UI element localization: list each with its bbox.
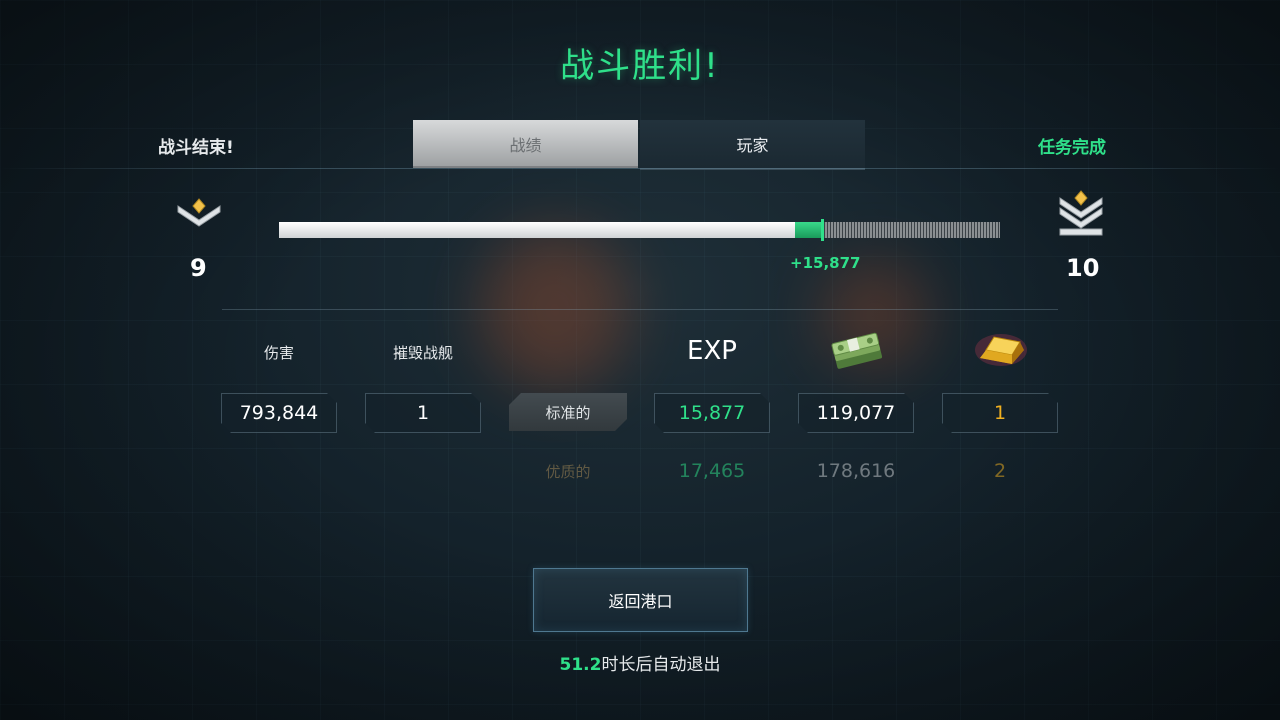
mission-complete-label: 任务完成 [1038,138,1106,158]
cash-stack-icon [831,332,883,369]
experience-bar-base-fill [279,222,795,238]
experience-gain-label: +15,877 [790,254,861,272]
damage-value: 793,844 [221,393,337,433]
premium-exp-value: 17,465 [678,460,746,482]
experience-bar-gain-fill [794,222,824,238]
experience-bar-marker [821,219,825,241]
current-rank-level: 9 [190,254,207,282]
standard-row-label: 标准的 [509,393,627,431]
kills-header: 摧毁战舰 [392,344,453,362]
standard-exp-value: 15,877 [654,393,770,433]
auto-exit-countdown: 51.2时长后自动退出 [0,650,1280,675]
rank-chevron-3-icon [1059,190,1103,236]
exp-header: EXP [687,336,737,366]
kills-value: 1 [365,393,481,433]
victory-title: 战斗胜利! [560,46,720,86]
premium-cash-value: 178,616 [816,460,896,482]
next-rank-level: 10 [1066,254,1100,282]
countdown-seconds: 51.2 [559,655,602,675]
experience-bar [279,219,1000,241]
countdown-suffix: 时长后自动退出 [601,655,721,675]
standard-cash-value: 119,077 [798,393,914,433]
tab-players[interactable]: 玩家 [640,120,865,170]
damage-header: 伤害 [263,344,294,362]
gold-bar-icon [975,334,1027,366]
premium-gold-value: 2 [993,460,1007,482]
background-glow [480,230,630,390]
section-divider [222,309,1058,310]
header-divider [0,168,1280,169]
battle-over-label: 战斗结束! [158,138,234,158]
return-to-port-button[interactable]: 返回港口 [533,568,748,632]
premium-row-label: 优质的 [545,462,591,481]
standard-gold-value: 1 [942,393,1058,433]
rank-chevron-1-icon [177,198,221,227]
tab-stats[interactable]: 战绩 [413,120,638,168]
